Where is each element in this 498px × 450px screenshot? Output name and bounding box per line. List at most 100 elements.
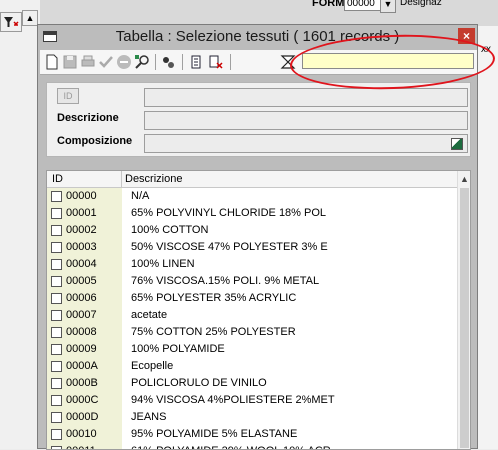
row-checkbox[interactable] — [51, 429, 62, 440]
row-checkbox[interactable] — [51, 378, 62, 389]
new-document-icon — [46, 54, 58, 70]
row-description: POLICLORULO DE VINILO — [131, 377, 267, 389]
new-button[interactable] — [44, 54, 60, 70]
row-checkbox[interactable] — [51, 225, 62, 236]
save-button[interactable] — [62, 54, 78, 70]
id-cell: 0000B — [47, 375, 122, 392]
id-cell: 00003 — [47, 239, 122, 256]
table-row[interactable]: 0000A Ecopelle — [47, 358, 457, 375]
table-row[interactable]: 00003 50% VISCOSE 47% POLYESTER 3% E — [47, 239, 457, 256]
row-id: 00003 — [66, 241, 97, 253]
id-cell: 00000 — [47, 188, 122, 205]
id-filter-input[interactable] — [144, 88, 468, 107]
export-button[interactable] — [188, 54, 204, 70]
row-description: 76% VISCOSA.15% POLI. 9% METAL — [131, 275, 320, 287]
table-row[interactable]: 0000C 94% VISCOSA 4%POLIESTERE 2%MET — [47, 392, 457, 409]
quick-search-input[interactable] — [302, 53, 474, 69]
background-left-panel — [0, 0, 41, 449]
row-checkbox[interactable] — [51, 361, 62, 372]
search-record-icon — [135, 55, 149, 69]
composition-lookup-icon[interactable] — [451, 138, 463, 150]
chevron-up-icon[interactable]: ▲ — [458, 171, 470, 187]
row-id: 00001 — [66, 207, 97, 219]
refresh-button[interactable] — [208, 54, 224, 70]
row-id: 00008 — [66, 326, 97, 338]
confirm-button[interactable] — [98, 54, 114, 70]
table-row[interactable]: 00002 100% COTTON — [47, 222, 457, 239]
row-id: 00009 — [66, 343, 97, 355]
designazione-label: Designaz — [400, 0, 442, 8]
funnel-icon — [4, 17, 19, 27]
table-row[interactable]: 0000B POLICLORULO DE VINILO — [47, 375, 457, 392]
table-row[interactable]: 00006 65% POLYESTER 35% ACRYLIC — [47, 290, 457, 307]
row-checkbox[interactable] — [51, 191, 62, 202]
stop-icon — [117, 55, 131, 69]
scrollbar-thumb[interactable] — [460, 188, 469, 448]
id-cell: 00010 — [47, 426, 122, 443]
row-checkbox[interactable] — [51, 276, 62, 287]
table-row[interactable]: 00000 N/A — [47, 188, 457, 205]
id-cell: 0000C — [47, 392, 122, 409]
title-bar[interactable]: Tabella : Selezione tessuti ( 1601 recor… — [38, 25, 477, 50]
table-row[interactable]: 0000D JEANS — [47, 409, 457, 426]
row-description: N/A — [131, 190, 150, 202]
toolbar — [40, 50, 477, 75]
row-description: 100% POLYAMIDE — [131, 343, 225, 355]
grid-scrollbar[interactable]: ▲ — [457, 171, 470, 449]
column-header-id[interactable]: ID — [47, 171, 122, 187]
form-input[interactable]: 00000 — [344, 0, 382, 11]
settings-button[interactable] — [160, 54, 176, 70]
id-cell: 0000A — [47, 358, 122, 375]
table-row[interactable]: 00001 65% POLYVINYL CHLORIDE 18% POL — [47, 205, 457, 222]
save-icon — [63, 55, 77, 69]
close-button[interactable]: × — [458, 28, 475, 44]
row-id: 00007 — [66, 309, 97, 321]
scroll-up-button[interactable]: ▲ — [22, 10, 38, 26]
row-description: 75% COTTON 25% POLYESTER — [131, 326, 296, 338]
row-checkbox[interactable] — [51, 412, 62, 423]
chevron-up-icon: ▲ — [25, 13, 35, 23]
id-cell: 00008 — [47, 324, 122, 341]
id-filter-button[interactable]: ID — [57, 88, 79, 104]
row-checkbox[interactable] — [51, 259, 62, 270]
row-checkbox[interactable] — [51, 242, 62, 253]
id-cell: 00009 — [47, 341, 122, 358]
id-cell: 00002 — [47, 222, 122, 239]
table-row[interactable]: 00007 acetate — [47, 307, 457, 324]
table-row[interactable]: 00005 76% VISCOSA.15% POLI. 9% METAL — [47, 273, 457, 290]
row-checkbox[interactable] — [51, 310, 62, 321]
close-icon: × — [462, 29, 470, 43]
table-row[interactable]: 00009 100% POLYAMIDE — [47, 341, 457, 358]
settings-icon — [163, 57, 174, 68]
descrizione-filter-input[interactable] — [144, 111, 468, 130]
table-row[interactable]: 00008 75% COTTON 25% POLYESTER — [47, 324, 457, 341]
refresh-icon — [209, 55, 223, 69]
row-checkbox[interactable] — [51, 344, 62, 355]
stop-button[interactable] — [116, 54, 132, 70]
table-row[interactable]: 00010 95% POLYAMIDE 5% ELASTANE — [47, 426, 457, 443]
records-grid: ID Descrizione 00000 N/A 00001 65% POLYVINY… — [46, 170, 471, 450]
row-checkbox[interactable] — [51, 293, 62, 304]
row-description: JEANS — [131, 411, 167, 423]
print-button[interactable] — [80, 54, 96, 70]
composizione-filter-input[interactable] — [144, 134, 468, 153]
funnel-filter-button[interactable] — [0, 12, 22, 32]
id-cell: 00007 — [47, 307, 122, 324]
row-checkbox[interactable] — [51, 327, 62, 338]
row-checkbox[interactable] — [51, 208, 62, 219]
grid-header: ID Descrizione — [47, 171, 457, 188]
row-id: 00010 — [66, 428, 97, 440]
column-header-descrizione[interactable]: Descrizione — [125, 171, 182, 187]
window-title: Tabella : Selezione tessuti ( 1601 recor… — [115, 28, 400, 45]
row-id: 0000C — [66, 394, 99, 406]
row-description: 65% POLYVINYL CHLORIDE 18% POL — [131, 207, 327, 219]
row-id: 00000 — [66, 190, 97, 202]
table-row[interactable]: 00004 100% LINEN — [47, 256, 457, 273]
row-checkbox[interactable] — [51, 395, 62, 406]
filter-panel: ID Descrizione Composizione — [46, 82, 471, 157]
filter-button[interactable] — [280, 54, 296, 70]
composizione-label: Composizione — [57, 135, 133, 147]
search-record-button[interactable] — [134, 54, 150, 70]
form-dropdown-button[interactable]: ▼ — [380, 0, 396, 13]
row-checkbox[interactable] — [51, 446, 62, 449]
